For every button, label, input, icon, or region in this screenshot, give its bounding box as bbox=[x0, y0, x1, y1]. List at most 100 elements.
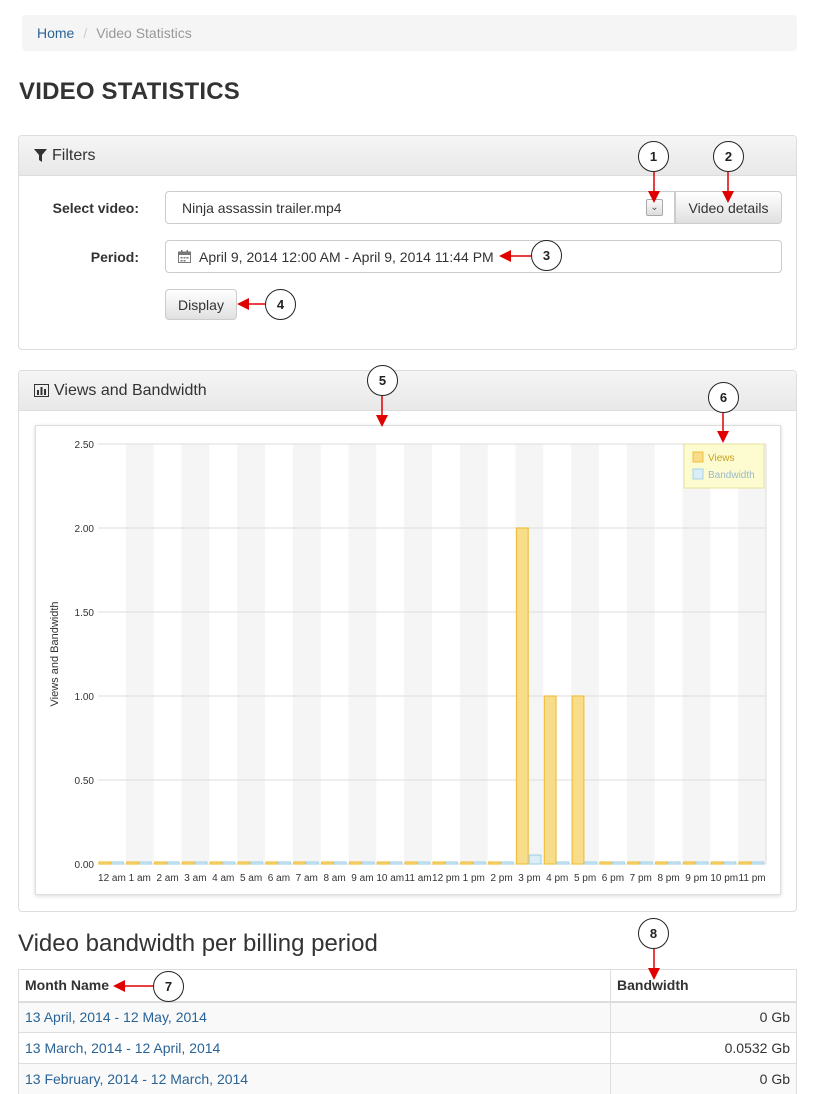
x-tick-label: 9 am bbox=[351, 873, 373, 884]
views-bar bbox=[710, 861, 724, 865]
chart-heading-label: Views and Bandwidth bbox=[54, 381, 207, 399]
views-bar bbox=[209, 861, 223, 865]
chevron-down-icon[interactable]: ⌄ bbox=[646, 199, 663, 216]
chart-stripe bbox=[459, 444, 488, 864]
views-bar bbox=[348, 861, 362, 865]
period-value: April 9, 2014 12:00 AM - April 9, 2014 1… bbox=[199, 248, 494, 265]
legend-swatch bbox=[692, 468, 704, 480]
chart-stripe bbox=[738, 444, 766, 864]
y-tick-label: 2.00 bbox=[75, 524, 95, 535]
bandwidth-bar bbox=[472, 861, 486, 865]
callout-3: 3 bbox=[531, 240, 562, 271]
breadcrumb: Home / Video Statistics bbox=[22, 15, 797, 51]
bandwidth-bar bbox=[111, 861, 124, 865]
bandwidth-bar bbox=[278, 861, 291, 865]
callout-4: 4 bbox=[265, 289, 296, 320]
bandwidth-bar bbox=[445, 861, 458, 865]
chart-legend bbox=[683, 443, 765, 489]
callout-6: 6 bbox=[708, 382, 739, 413]
bandwidth-bar bbox=[166, 861, 180, 865]
bandwidth-bar bbox=[723, 861, 737, 865]
bandwidth-bar bbox=[639, 861, 653, 865]
month-link[interactable]: 13 March, 2014 - 12 April, 2014 bbox=[25, 1040, 220, 1056]
bandwidth-bar bbox=[556, 861, 570, 865]
bandwidth-table: Month Name Bandwidth 13 April, 2014 - 12… bbox=[18, 969, 797, 1094]
x-tick-label: 11 am bbox=[405, 873, 432, 884]
views-bar bbox=[98, 861, 112, 865]
filters-panel: Filters Select video: Ninja assassin tra… bbox=[18, 135, 797, 350]
legend-label: Bandwidth bbox=[708, 470, 755, 481]
views-bar bbox=[738, 861, 752, 865]
views-bar bbox=[376, 861, 390, 865]
select-video-label: Select video: bbox=[52, 200, 139, 216]
views-bar bbox=[404, 861, 418, 865]
month-link[interactable]: 13 February, 2014 - 12 March, 2014 bbox=[25, 1071, 248, 1087]
video-select[interactable]: Ninja assassin trailer.mp4 bbox=[165, 191, 675, 224]
bandwidth-bar bbox=[138, 861, 152, 865]
views-bar bbox=[126, 861, 140, 865]
legend-swatch bbox=[692, 451, 704, 463]
x-tick-label: 2 pm bbox=[490, 873, 512, 884]
x-tick-label: 10 pm bbox=[710, 873, 738, 884]
views-bandwidth-chart: 0.00 0.50 1.00 1.50 2.00 2.50 Views and Bandwi… bbox=[35, 425, 781, 895]
bar-chart-icon bbox=[34, 384, 49, 397]
views-bar bbox=[627, 861, 641, 865]
video-details-button[interactable]: Video details bbox=[675, 191, 782, 224]
chart-stripe bbox=[237, 444, 265, 864]
views-bar bbox=[237, 861, 251, 865]
views-bar bbox=[488, 861, 501, 865]
views-bar bbox=[682, 861, 696, 865]
table-row: 13 February, 2014 - 12 March, 2014 0 Gb bbox=[18, 1063, 797, 1094]
views-bar bbox=[321, 861, 334, 865]
display-button[interactable]: Display bbox=[165, 289, 237, 320]
x-tick-label: 1 pm bbox=[463, 873, 485, 884]
x-tick-label: 6 pm bbox=[602, 873, 624, 884]
views-bar bbox=[515, 527, 529, 865]
table-row: 13 April, 2014 - 12 May, 2014 0 Gb bbox=[18, 1001, 797, 1033]
bandwidth-bar bbox=[250, 861, 264, 865]
y-tick-label: 1.00 bbox=[75, 692, 95, 703]
chart-stripe bbox=[292, 444, 321, 864]
y-tick-label: 1.50 bbox=[75, 608, 95, 619]
bandwidth-bar bbox=[612, 861, 625, 865]
callout-7: 7 bbox=[153, 971, 184, 1002]
x-tick-label: 1 am bbox=[129, 873, 151, 884]
month-link[interactable]: 13 April, 2014 - 12 May, 2014 bbox=[25, 1009, 207, 1025]
x-tick-label: 4 pm bbox=[546, 873, 568, 884]
views-bar bbox=[432, 861, 446, 865]
bandwidth-bar bbox=[417, 861, 431, 865]
month-cell: 13 April, 2014 - 12 May, 2014 bbox=[18, 1001, 611, 1033]
video-select-value: Ninja assassin trailer.mp4 bbox=[182, 199, 342, 216]
views-bar bbox=[599, 861, 613, 865]
views-bar bbox=[571, 695, 585, 865]
bandwidth-cell: 0.0532 Gb bbox=[610, 1032, 797, 1064]
x-tick-label: 3 am bbox=[184, 873, 206, 884]
page-title: VIDEO STATISTICS bbox=[19, 78, 240, 105]
period-input[interactable]: April 9, 2014 12:00 AM - April 9, 2014 1… bbox=[165, 240, 782, 273]
chart-stripe bbox=[181, 444, 210, 864]
views-bar bbox=[293, 861, 307, 865]
callout-1: 1 bbox=[638, 141, 669, 172]
breadcrumb-separator: / bbox=[83, 25, 88, 41]
breadcrumb-current: Video Statistics bbox=[96, 25, 192, 41]
bandwidth-bar bbox=[333, 861, 347, 865]
bandwidth-bar bbox=[305, 861, 319, 865]
bandwidth-bar bbox=[500, 861, 514, 865]
bandwidth-bar bbox=[194, 861, 208, 865]
callout-8: 8 bbox=[638, 918, 669, 949]
chart-panel-heading: Views and Bandwidth bbox=[19, 371, 796, 411]
column-header-month: Month Name bbox=[18, 969, 611, 1003]
views-bar bbox=[181, 861, 195, 865]
bandwidth-cell: 0 Gb bbox=[610, 1063, 797, 1094]
table-header-row: Month Name Bandwidth bbox=[18, 969, 797, 1003]
x-tick-label: 9 pm bbox=[685, 873, 707, 884]
y-axis-label: Views and Bandwidth bbox=[49, 602, 61, 707]
calendar-icon bbox=[178, 250, 191, 263]
month-cell: 13 March, 2014 - 12 April, 2014 bbox=[18, 1032, 611, 1064]
views-bar bbox=[460, 861, 474, 865]
month-cell: 13 February, 2014 - 12 March, 2014 bbox=[18, 1063, 611, 1094]
x-tick-label: 2 am bbox=[156, 873, 178, 884]
breadcrumb-home-link[interactable]: Home bbox=[37, 25, 74, 41]
bandwidth-bar bbox=[528, 854, 542, 865]
x-tick-label: 12 am bbox=[98, 873, 126, 884]
